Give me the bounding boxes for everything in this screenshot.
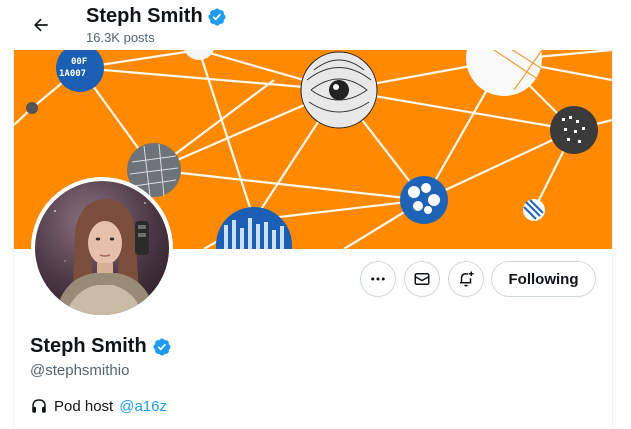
header-name-text: Steph Smith [86,5,203,27]
more-button[interactable] [360,261,396,297]
profile-name: Steph Smith [30,335,172,358]
headphones-icon [32,399,46,413]
header-name: Steph Smith [86,5,227,28]
notifications-button[interactable] [448,261,484,297]
profile-name-text: Steph Smith [30,335,147,357]
more-horizontal-icon [371,277,385,281]
arrow-left-icon [33,18,48,32]
bio-text: Pod host [54,397,114,415]
back-button[interactable] [24,8,58,42]
verified-badge-icon[interactable] [207,7,227,27]
banner-node-text-2: 1A007 [59,69,86,79]
following-button[interactable]: Following [491,261,596,297]
profile-bio: Pod host @a16z [30,397,167,415]
profile-header-bar: Steph Smith 16.3K posts [0,0,631,50]
post-count: 16.3K posts [86,30,155,45]
profile-avatar[interactable] [31,177,173,319]
banner-node-text-1: 00F [71,57,87,67]
bio-mention-link[interactable]: @a16z [119,398,167,415]
bell-plus-icon [460,271,474,287]
message-button[interactable] [404,261,440,297]
profile-handle: @stephsmithio [30,362,130,379]
mail-icon [414,273,430,285]
verified-badge-icon[interactable] [152,337,172,357]
avatar-image [35,181,169,315]
